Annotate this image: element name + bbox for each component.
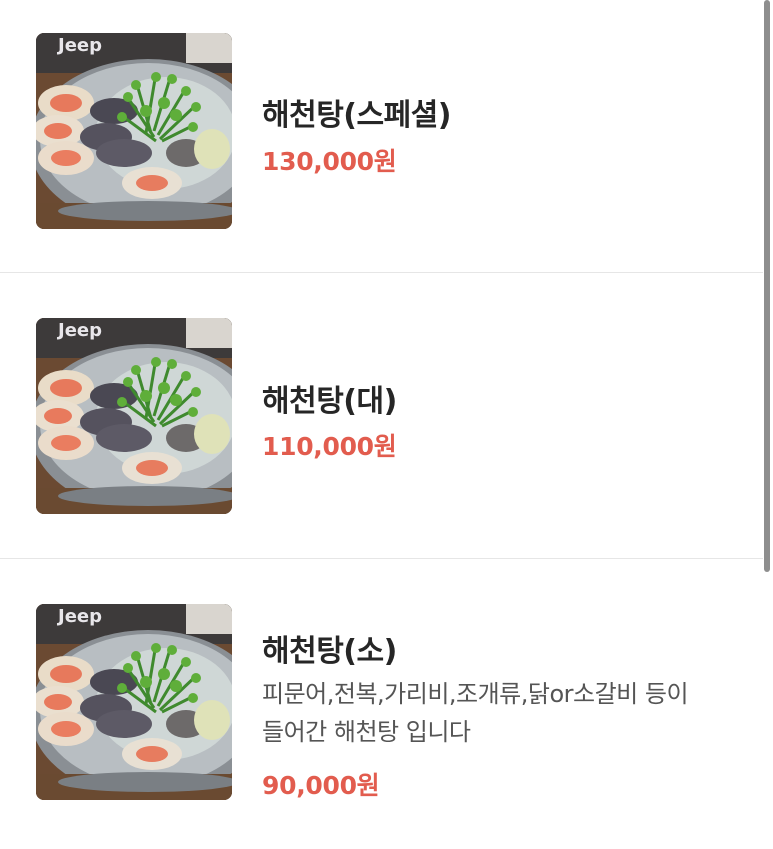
menu-item-name: 해천탕(소)	[262, 634, 397, 669]
menu-item-price: 130,000원	[262, 147, 397, 176]
menu-item-price: 110,000원	[262, 432, 397, 461]
seafood-hot-pot-photo	[36, 318, 232, 514]
menu-item-special[interactable]: 해천탕(스페셜) 130,000원	[0, 0, 763, 272]
description-line: 피문어,전복,가리비,조개류,닭or소갈비 등이	[262, 680, 689, 708]
menu-item-small[interactable]: 해천탕(소) 피문어,전복,가리비,조개류,닭or소갈비 등이 들어간 해천탕 …	[0, 559, 763, 849]
menu-item-name: 해천탕(대)	[262, 384, 397, 419]
menu-item-description: 피문어,전복,가리비,조개류,닭or소갈비 등이 들어간 해천탕 입니다	[262, 675, 732, 751]
menu-item-large[interactable]: 해천탕(대) 110,000원	[0, 273, 763, 558]
menu-item-name: 해천탕(스페셜)	[262, 98, 452, 133]
menu-item-price: 90,000원	[262, 771, 380, 800]
scrollbar[interactable]	[764, 0, 770, 572]
seafood-hot-pot-photo	[36, 604, 232, 800]
description-line: 들어간 해천탕 입니다	[262, 718, 471, 746]
seafood-hot-pot-photo	[36, 33, 232, 229]
